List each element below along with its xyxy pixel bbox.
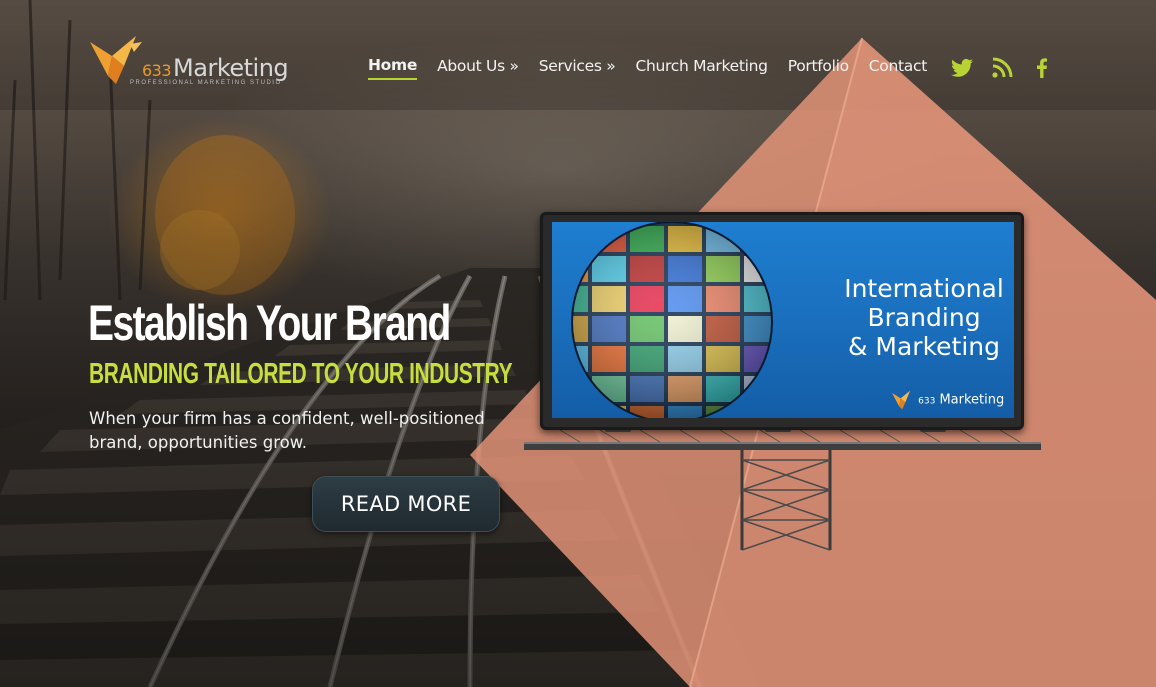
billboard-logo: 633 Marketing	[892, 390, 1004, 410]
twitter-icon[interactable]	[950, 56, 974, 80]
billboard-line-2: Branding	[867, 303, 981, 332]
logo-tagline: PROFESSIONAL MARKETING STUDIO	[130, 80, 282, 86]
site-logo[interactable]: 633Marketing PROFESSIONAL MARKETING STUD…	[90, 36, 300, 88]
billboard-logo-number: 633	[918, 396, 936, 407]
read-more-button[interactable]: READ MORE	[312, 476, 500, 532]
billboard-image: International Branding & Marketing 633 M…	[520, 210, 1045, 555]
facebook-icon[interactable]	[1030, 56, 1054, 80]
logo-name: Marketing	[173, 54, 289, 82]
nav-church-marketing[interactable]: Church Marketing	[635, 57, 768, 79]
hero-title: Establish Your Brand	[88, 295, 451, 351]
hero-subtitle: BRANDING TAILORED TO YOUR INDUSTRY	[89, 358, 513, 390]
logo-number: 633	[142, 61, 172, 80]
globe-tiles-graphic	[571, 222, 773, 418]
main-nav: Home About Us » Services » Church Market…	[368, 56, 927, 80]
billboard-line-3: & Marketing	[847, 332, 1001, 361]
billboard-logo-name: Marketing	[939, 392, 1005, 408]
bird-logo-icon	[90, 36, 142, 84]
billboard-headline: International Branding & Marketing	[824, 274, 1014, 361]
billboard-line-1: International	[844, 274, 1004, 303]
rss-icon[interactable]	[990, 56, 1014, 80]
social-links	[950, 56, 1054, 80]
logo-wordmark: 633Marketing	[142, 54, 289, 82]
nav-about-us[interactable]: About Us »	[437, 57, 519, 79]
hero-description: When your firm has a confident, well-pos…	[89, 409, 485, 452]
nav-home[interactable]: Home	[368, 56, 417, 80]
nav-portfolio[interactable]: Portfolio	[788, 57, 849, 79]
billboard-screen: International Branding & Marketing 633 M…	[552, 222, 1014, 418]
nav-contact[interactable]: Contact	[869, 57, 928, 79]
nav-services[interactable]: Services »	[539, 57, 616, 79]
bird-logo-icon	[892, 390, 911, 410]
